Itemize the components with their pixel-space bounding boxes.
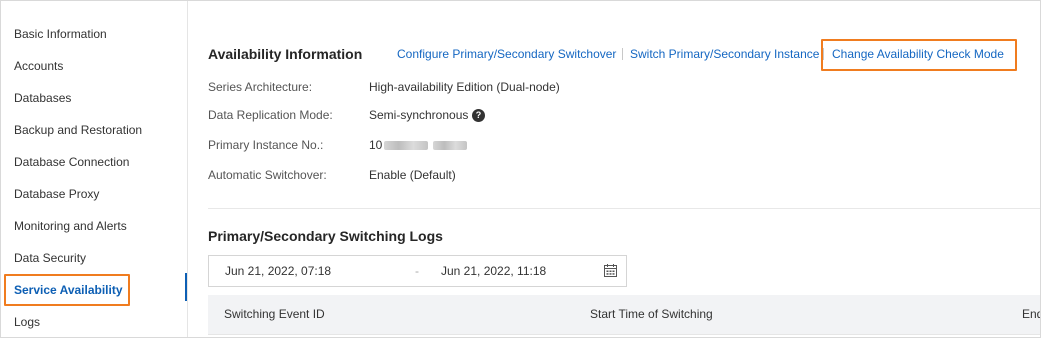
logs-title: Primary/Secondary Switching Logs [208,228,443,244]
sidebar-item-monitoring-alerts[interactable]: Monitoring and Alerts [14,218,127,234]
field-label-series-architecture: Series Architecture: [208,80,313,94]
question-circle-icon[interactable]: ? [472,109,485,122]
redacted-id-part [433,141,468,151]
sidebar-item-database-connection[interactable]: Database Connection [14,154,129,170]
configure-switchover-link[interactable]: Configure Primary/Secondary Switchover [397,46,616,62]
sidebar-item-accounts[interactable]: Accounts [14,58,63,74]
app-frame: Basic Information Accounts Databases Bac… [0,0,1041,338]
column-header-event-id: Switching Event ID [224,307,325,321]
sidebar-item-backup-restoration[interactable]: Backup and Restoration [14,122,142,138]
date-range-picker[interactable]: Jun 21, 2022, 07:18 - Jun 21, 2022, 11:1… [208,255,627,287]
action-divider [622,48,623,60]
redacted-id-part [384,141,429,151]
field-value-replication-mode: Semi-synchronous [369,108,469,122]
logs-table-header: Switching Event ID Start Time of Switchi… [208,295,1040,335]
column-header-end-time: End [1022,307,1040,321]
primary-instance-id: 10 [369,138,383,152]
sidebar-item-databases[interactable]: Databases [14,90,71,106]
date-range-end[interactable]: Jun 21, 2022, 11:18 [441,264,546,278]
sidebar-item-data-security[interactable]: Data Security [14,250,86,266]
change-check-mode-link[interactable]: Change Availability Check Mode [832,46,1004,62]
sidebar-item-logs[interactable]: Logs [14,314,40,330]
date-range-separator: - [415,264,419,278]
field-value-auto-switchover: Enable (Default) [369,168,456,182]
column-header-start-time: Start Time of Switching [590,307,713,321]
section-divider [208,208,1040,209]
active-indicator [185,273,187,301]
availability-title: Availability Information [208,46,363,62]
sidebar: Basic Information Accounts Databases Bac… [1,1,188,337]
field-value-primary-instance: 10 [369,137,468,153]
field-label-replication-mode: Data Replication Mode: [208,108,333,122]
switch-instance-link[interactable]: Switch Primary/Secondary Instance [630,46,819,62]
sidebar-item-database-proxy[interactable]: Database Proxy [14,186,99,202]
date-range-start[interactable]: Jun 21, 2022, 07:18 [225,264,331,278]
sidebar-item-service-availability[interactable]: Service Availability [14,282,123,298]
field-value-series-architecture: High-availability Edition (Dual-node) [369,80,560,94]
field-label-primary-instance: Primary Instance No.: [208,138,324,152]
field-label-auto-switchover: Automatic Switchover: [208,168,327,182]
calendar-icon[interactable] [604,264,617,277]
sidebar-item-basic-information[interactable]: Basic Information [14,26,107,42]
